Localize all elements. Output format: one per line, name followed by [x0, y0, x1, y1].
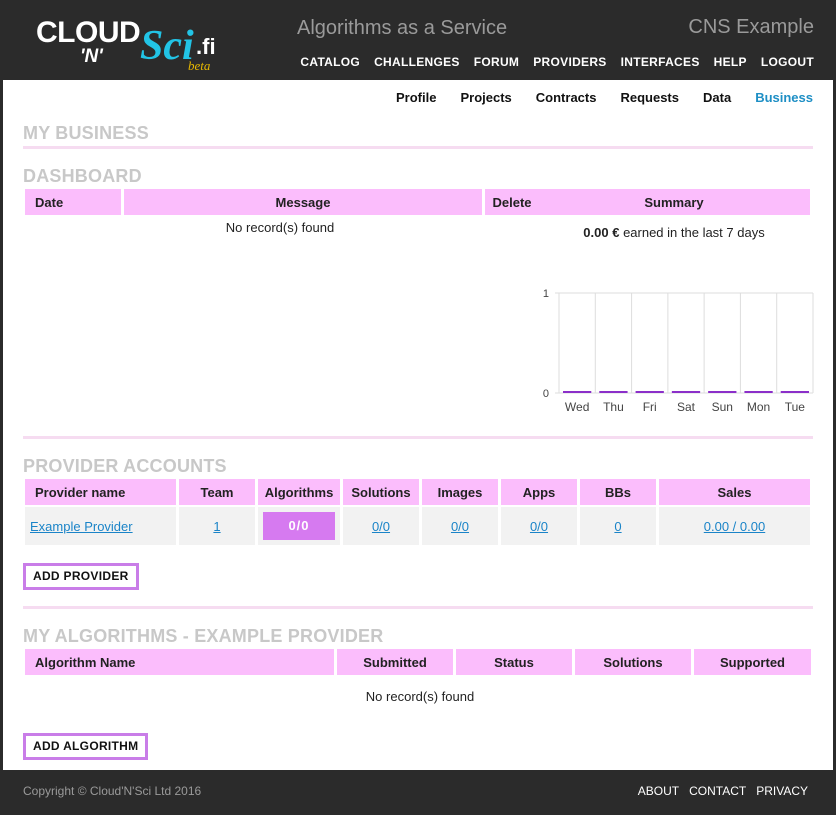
subnav-contracts[interactable]: Contracts	[536, 90, 597, 105]
logo-cloud: CLOUD	[36, 16, 141, 49]
x-tick-label: Sun	[712, 400, 733, 414]
tagline: Algorithms as a Service	[297, 17, 508, 39]
subnav-business[interactable]: Business	[755, 90, 813, 105]
top-nav: CATALOG CHALLENGES FORUM PROVIDERS INTER…	[300, 55, 814, 69]
logo-n: 'N'	[80, 46, 103, 67]
algorithms-count-button[interactable]: 0/0	[263, 512, 335, 540]
chart-bars	[563, 391, 809, 393]
logo-fi: .fi	[196, 34, 216, 59]
col-provider-name: Provider name	[25, 479, 176, 505]
dashboard-empty: No record(s) found	[225, 220, 335, 235]
nav-providers[interactable]: PROVIDERS	[533, 55, 606, 69]
footer-contact[interactable]: CONTACT	[689, 784, 746, 798]
col-solutions: Solutions	[343, 479, 419, 505]
col-delete: Delete	[485, 189, 539, 215]
col-message: Message	[124, 189, 482, 215]
chart-bar	[563, 391, 592, 393]
chart-bar	[708, 391, 737, 393]
team-link[interactable]: 1	[213, 519, 220, 534]
summary-amount: 0.00 €	[583, 225, 620, 240]
main-panel: Profile Projects Contracts Requests Data…	[3, 80, 833, 770]
subnav-profile[interactable]: Profile	[396, 90, 436, 105]
nav-logout[interactable]: LOGOUT	[761, 55, 814, 69]
header: CLOUD 'N' Sci .fi beta Algorithms as a S…	[0, 0, 836, 80]
site-name: CNS Example	[688, 16, 814, 38]
sub-nav: Profile Projects Contracts Requests Data…	[396, 90, 813, 105]
col-solutions: Solutions	[575, 649, 691, 675]
x-tick-label: Tue	[785, 400, 806, 414]
y-tick-label: 1	[543, 288, 549, 300]
x-tick-label: Wed	[565, 400, 589, 414]
col-bbs: BBs	[580, 479, 656, 505]
nav-interfaces[interactable]: INTERFACES	[621, 55, 700, 69]
logo-sci: Sci	[140, 23, 194, 69]
col-date: Date	[25, 189, 121, 215]
page-title: MY BUSINESS	[23, 123, 149, 143]
dashboard-table: Date Message Delete	[22, 189, 542, 215]
nav-help[interactable]: HELP	[714, 55, 747, 69]
bbs-link[interactable]: 0	[614, 519, 621, 534]
my-algorithms-title: MY ALGORITHMS - EXAMPLE PROVIDER	[23, 626, 384, 646]
nav-catalog[interactable]: CATALOG	[300, 55, 360, 69]
col-algorithm-name: Algorithm Name	[25, 649, 334, 675]
chart-grid	[555, 292, 814, 394]
x-tick-label: Fri	[643, 400, 657, 414]
earnings-chart: 0 1 Wed Thu Fri Sat Sun Mon Tue	[543, 288, 814, 414]
chart-labels: 0 1 Wed Thu Fri Sat Sun Mon Tue	[543, 288, 805, 414]
summary-text: 0.00 € earned in the last 7 days	[539, 225, 809, 240]
dashboard-title: DASHBOARD	[23, 166, 142, 186]
chart-bar	[744, 391, 773, 393]
chart-bar	[635, 391, 664, 393]
col-submitted: Submitted	[337, 649, 453, 675]
provider-table: Provider name Team Algorithms Solutions …	[22, 479, 813, 545]
col-supported: Supported	[694, 649, 811, 675]
solutions-link[interactable]: 0/0	[372, 519, 390, 534]
x-tick-label: Mon	[747, 400, 770, 414]
y-tick-label: 0	[543, 388, 549, 400]
subnav-data[interactable]: Data	[703, 90, 731, 105]
summary-table: Summary	[535, 189, 813, 215]
divider	[23, 436, 813, 439]
provider-name-link[interactable]: Example Provider	[30, 519, 133, 534]
col-apps: Apps	[501, 479, 577, 505]
divider	[23, 146, 813, 149]
summary-label: earned in the last 7 days	[623, 225, 765, 240]
sales-link[interactable]: 0.00 / 0.00	[704, 519, 765, 534]
logo-beta: beta	[188, 58, 211, 73]
footer-about[interactable]: ABOUT	[638, 784, 679, 798]
nav-forum[interactable]: FORUM	[474, 55, 520, 69]
col-summary: Summary	[538, 189, 810, 215]
subnav-requests[interactable]: Requests	[620, 90, 679, 105]
add-provider-button[interactable]: ADD PROVIDER	[23, 563, 139, 590]
x-tick-label: Sat	[677, 400, 696, 414]
col-algorithms: Algorithms	[258, 479, 340, 505]
add-algorithm-button[interactable]: ADD ALGORITHM	[23, 733, 149, 760]
x-tick-label: Thu	[603, 400, 624, 414]
chart-bar	[599, 391, 628, 393]
col-images: Images	[422, 479, 498, 505]
table-row: Example Provider 1 0/0 0/0 0/0 0/0 0 0.0…	[25, 507, 810, 545]
divider	[23, 606, 813, 609]
footer-nav: ABOUT CONTACT PRIVACY	[638, 784, 808, 798]
apps-link[interactable]: 0/0	[530, 519, 548, 534]
col-team: Team	[179, 479, 255, 505]
subnav-projects[interactable]: Projects	[460, 90, 511, 105]
chart-bar	[780, 391, 809, 393]
copyright: Copyright © Cloud'N'Sci Ltd 2016	[23, 784, 202, 798]
chart-bar	[671, 391, 701, 393]
col-status: Status	[456, 649, 572, 675]
algorithms-table: Algorithm Name Submitted Status Solution…	[22, 649, 814, 675]
provider-accounts-title: PROVIDER ACCOUNTS	[23, 456, 227, 476]
footer-privacy[interactable]: PRIVACY	[756, 784, 808, 798]
algorithms-empty: No record(s) found	[365, 689, 475, 704]
logo[interactable]: CLOUD 'N' Sci .fi beta	[36, 14, 226, 76]
images-link[interactable]: 0/0	[451, 519, 469, 534]
nav-challenges[interactable]: CHALLENGES	[374, 55, 460, 69]
col-sales: Sales	[659, 479, 810, 505]
